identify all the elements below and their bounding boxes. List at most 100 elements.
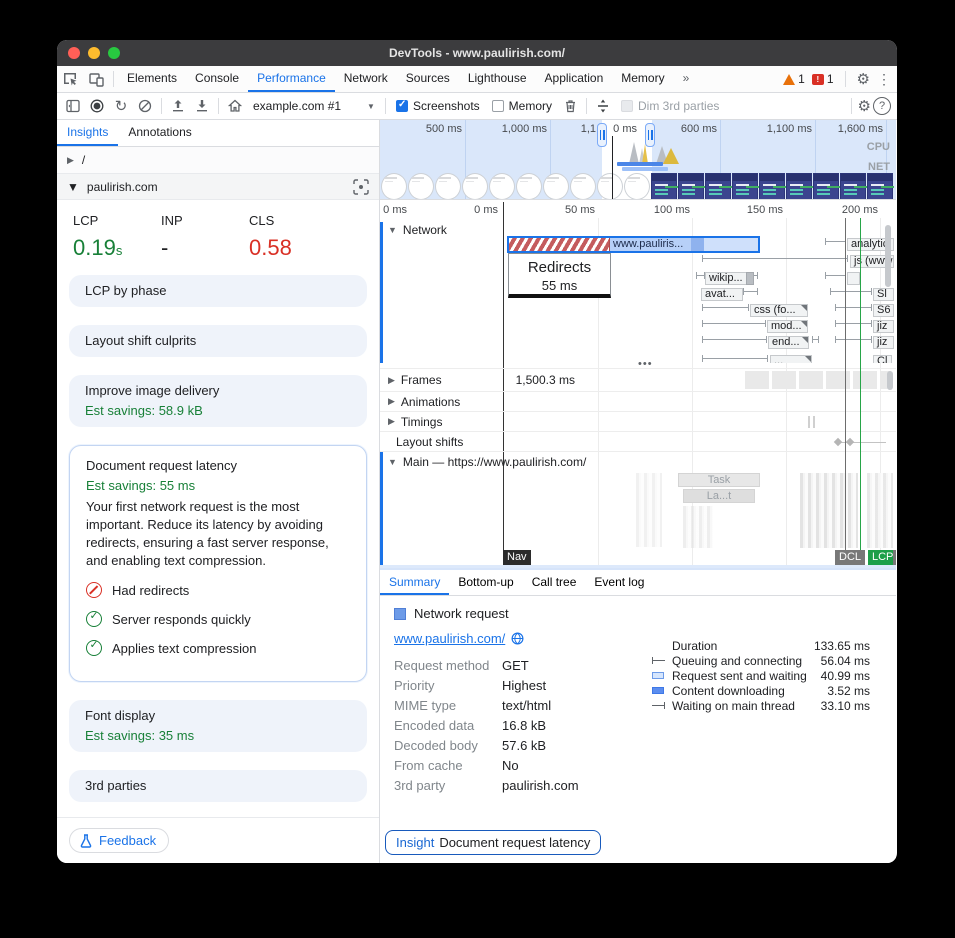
request-url-link[interactable]: www.paulirish.com/ <box>394 631 505 646</box>
help-icon[interactable]: ? <box>873 97 891 115</box>
screenshots-checkbox[interactable]: Screenshots <box>396 99 480 113</box>
close-window-button[interactable] <box>68 47 80 59</box>
network-request[interactable]: mod... <box>767 320 808 333</box>
details-tab-event-log[interactable]: Event log <box>585 570 653 595</box>
screenshot-thumbnail[interactable] <box>543 173 569 200</box>
screenshot-thumbnail[interactable] <box>597 173 623 200</box>
tab-network[interactable]: Network <box>335 66 397 92</box>
collapse-tracks-icon[interactable] <box>591 94 615 118</box>
frames-track[interactable]: ▶ Frames 1,500.3 ms <box>380 368 896 391</box>
upload-profile-icon[interactable] <box>166 94 190 118</box>
warnings-badge[interactable]: 1 <box>783 72 805 86</box>
record-icon[interactable] <box>85 94 109 118</box>
expand-animations-icon[interactable]: ▶ <box>388 396 395 407</box>
main-menu-icon[interactable]: ⋮ <box>877 71 891 88</box>
details-tab-bottom-up[interactable]: Bottom-up <box>449 570 522 595</box>
expand-timings-icon[interactable]: ▶ <box>388 416 395 427</box>
history-select[interactable]: example.com #1▼ <box>247 97 381 115</box>
issues-badge[interactable]: !1 <box>812 72 834 86</box>
insight-card[interactable]: Improve image deliveryEst savings: 58.9 … <box>69 375 367 427</box>
tab-elements[interactable]: Elements <box>118 66 186 92</box>
insight-card[interactable]: Layout shift culprits <box>69 325 367 357</box>
download-profile-icon[interactable] <box>190 94 214 118</box>
screenshot-thumbnail[interactable] <box>408 173 434 200</box>
network-scrollbar[interactable] <box>885 225 891 287</box>
collapse-main-icon[interactable]: ▼ <box>388 457 397 467</box>
overview-right-handle[interactable] <box>645 123 655 147</box>
sidebar-tab-annotations[interactable]: Annotations <box>118 120 201 146</box>
screenshot-thumbnail[interactable] <box>732 173 758 200</box>
zoom-to-site-icon[interactable] <box>353 179 369 195</box>
tab-application[interactable]: Application <box>536 66 613 92</box>
collapse-network-icon[interactable]: ▼ <box>388 225 397 235</box>
insight-card[interactable]: Document request latencyEst savings: 55 … <box>69 445 367 682</box>
capture-settings-gear-icon[interactable]: ⚙ <box>858 97 871 115</box>
screenshot-thumbnail[interactable] <box>651 173 677 200</box>
layout-shifts-track[interactable]: Layout shifts <box>380 431 896 451</box>
settings-gear-icon[interactable]: ⚙ <box>857 70 870 88</box>
details-tab-call-tree[interactable]: Call tree <box>523 570 586 595</box>
screenshot-thumbnail[interactable] <box>678 173 704 200</box>
tracks-scrollbar[interactable] <box>887 371 893 390</box>
overview-left-handle[interactable] <box>597 123 607 147</box>
flame-chart[interactable]: 0 ms0 ms50 ms100 ms150 ms200 ms ▼Network… <box>380 200 896 568</box>
selected-network-request[interactable]: www.pauliris... <box>507 236 760 253</box>
inspect-element-icon[interactable] <box>57 66 83 92</box>
screenshot-thumbnail[interactable] <box>840 173 866 200</box>
screenshot-thumbnail[interactable] <box>435 173 461 200</box>
minimize-window-button[interactable] <box>88 47 100 59</box>
tab-performance[interactable]: Performance <box>248 66 335 92</box>
layout-bar[interactable]: La...t <box>683 489 755 503</box>
details-tab-summary[interactable]: Summary <box>380 570 449 595</box>
network-request[interactable]: Cl <box>873 355 892 363</box>
tab-memory[interactable]: Memory <box>612 66 673 92</box>
screenshot-thumbnail[interactable] <box>813 173 839 200</box>
network-request[interactable]: end... <box>768 336 809 349</box>
tab-lighthouse[interactable]: Lighthouse <box>459 66 536 92</box>
network-track[interactable]: ▼Network www.pauliris... Redirects 55 ms… <box>380 222 896 363</box>
screenshot-thumbnail[interactable] <box>759 173 785 200</box>
screenshot-thumbnail[interactable] <box>462 173 488 200</box>
screenshot-thumbnail[interactable] <box>489 173 515 200</box>
toggle-sidebar-icon[interactable] <box>61 94 85 118</box>
network-request[interactable]: ... <box>770 355 812 363</box>
clear-icon[interactable] <box>133 94 157 118</box>
screenshot-thumbnail[interactable] <box>786 173 812 200</box>
screenshot-thumbnail[interactable] <box>705 173 731 200</box>
main-thread-track[interactable]: ▼ Main — https://www.paulirish.com/ <box>380 451 896 472</box>
animations-track[interactable]: ▶ Animations <box>380 391 896 411</box>
record-and-reload-icon[interactable]: ↻ <box>109 94 133 118</box>
sidebar-tab-insights[interactable]: Insights <box>57 120 118 146</box>
more-tabs-button[interactable]: » <box>674 66 699 92</box>
garbage-collect-icon[interactable] <box>558 94 582 118</box>
network-request[interactable]: S6 <box>873 304 894 317</box>
network-request[interactable]: Sl <box>873 288 894 301</box>
memory-checkbox[interactable]: Memory <box>492 99 552 113</box>
network-request[interactable] <box>746 272 754 285</box>
network-request[interactable]: css (fo... <box>750 304 808 317</box>
trace-path-row[interactable]: ▶ / <box>57 147 379 174</box>
tab-sources[interactable]: Sources <box>397 66 459 92</box>
insight-card[interactable]: 3rd parties <box>69 770 367 802</box>
open-in-new-tab-icon[interactable] <box>511 632 524 645</box>
device-toolbar-icon[interactable] <box>83 66 109 92</box>
insight-card[interactable]: Font displayEst savings: 35 ms <box>69 700 367 752</box>
network-request[interactable]: jiz <box>873 336 894 349</box>
site-group-row[interactable]: ▼ paulirish.com <box>57 174 379 200</box>
task-bar[interactable]: Task <box>678 473 760 487</box>
screenshot-thumbnail[interactable] <box>570 173 596 200</box>
network-request[interactable]: wikip... <box>705 272 749 285</box>
screenshot-thumbnail[interactable] <box>624 173 650 200</box>
screenshot-thumbnail[interactable] <box>867 173 893 200</box>
dim-3rd-parties-checkbox[interactable]: Dim 3rd parties <box>621 99 719 113</box>
track-resize-handle[interactable]: ••• <box>638 358 653 370</box>
insight-card[interactable]: LCP by phase <box>69 275 367 307</box>
network-request[interactable]: avat... <box>701 288 743 301</box>
zoom-window-button[interactable] <box>108 47 120 59</box>
timings-track[interactable]: ▶ Timings <box>380 411 896 431</box>
screenshots-filmstrip[interactable] <box>381 173 893 200</box>
screenshot-thumbnail[interactable] <box>381 173 407 200</box>
expand-frames-icon[interactable]: ▶ <box>388 375 395 386</box>
insight-chip[interactable]: InsightDocument request latency <box>385 830 601 855</box>
screenshot-thumbnail[interactable] <box>516 173 542 200</box>
